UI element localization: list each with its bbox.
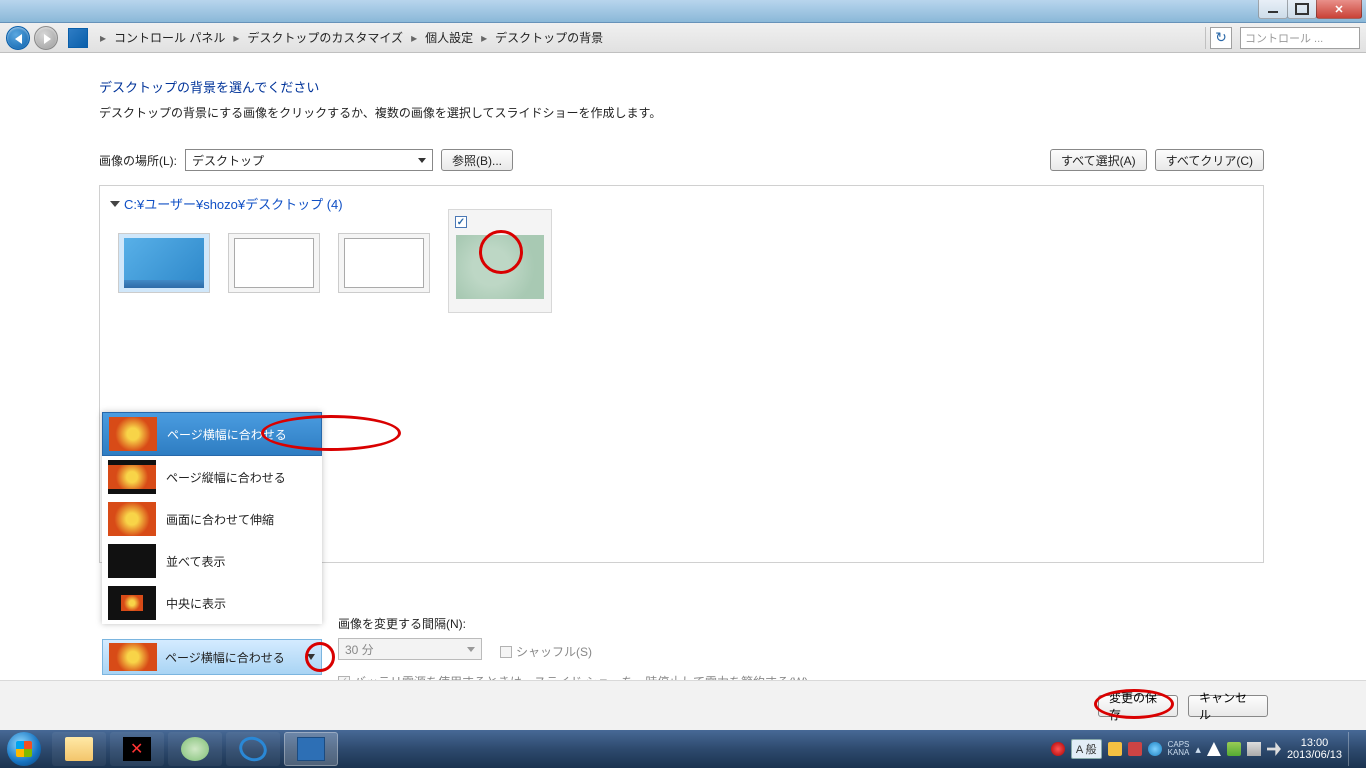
fit-thumbnail-icon [109, 643, 157, 671]
taskbar-messenger[interactable] [168, 732, 222, 766]
fit-option-center[interactable]: 中央に表示 [102, 582, 322, 624]
panel-title: C:¥ユーザー¥shozo¥デスクトップ (4) [124, 194, 343, 213]
fit-option-stretch-label: 画面に合わせて伸縮 [166, 511, 274, 528]
show-desktop-button[interactable] [1348, 732, 1356, 766]
help-icon[interactable] [1148, 742, 1162, 756]
footer-bar: 変更の保存 キャンセル [0, 680, 1366, 730]
system-tray: A 般 CAPSKANA ▴ 13:00 2013/06/13 [1051, 732, 1366, 766]
refresh-button[interactable]: ↻ [1210, 27, 1232, 49]
network-icon[interactable] [1247, 742, 1261, 756]
collapse-icon [110, 201, 120, 207]
fit-option-fill-label: ページ横幅に合わせる [167, 426, 287, 443]
back-button[interactable] [6, 26, 30, 50]
shuffle-label: シャッフル(S) [516, 643, 592, 660]
forward-button[interactable] [34, 26, 58, 50]
messenger-icon [181, 737, 209, 761]
browse-button[interactable]: 参照(B)... [441, 149, 513, 171]
panel-header[interactable]: C:¥ユーザー¥shozo¥デスクトップ (4) [100, 186, 1263, 221]
clear-all-button[interactable]: すべてクリア(C) [1155, 149, 1264, 171]
annotation-circle [305, 642, 335, 672]
battery-icon[interactable] [1227, 742, 1241, 756]
taskbar-control-panel[interactable] [284, 732, 338, 766]
crumb-background[interactable]: デスクトップの背景 [491, 29, 607, 46]
crumb-personalize[interactable]: 個人設定 [421, 29, 477, 46]
tray-icon[interactable] [1128, 742, 1142, 756]
shuffle-checkbox [500, 646, 512, 658]
location-label: 画像の場所(L): [99, 152, 177, 169]
taskbar-app-1[interactable]: ✕ [110, 732, 164, 766]
interval-value: 30 分 [345, 641, 374, 658]
thumbnail-1[interactable] [118, 233, 210, 293]
tray-separator: ▴ [1195, 743, 1201, 756]
control-panel-icon [297, 737, 325, 761]
crumb-customize[interactable]: デスクトップのカスタマイズ [243, 29, 407, 46]
window-frame: ✕ [0, 0, 1366, 23]
app-icon: ✕ [123, 737, 151, 761]
thumbnail-3[interactable] [338, 233, 430, 293]
clock-time: 13:00 [1287, 737, 1342, 749]
thumbnail-2[interactable] [228, 233, 320, 293]
location-value: デスクトップ [192, 152, 264, 169]
select-all-button[interactable]: すべて選択(A) [1050, 149, 1147, 171]
fit-option-fill[interactable]: ページ横幅に合わせる [102, 412, 322, 456]
location-combo[interactable]: デスクトップ [185, 149, 433, 171]
interval-section: 画像を変更する間隔(N): 30 分 [338, 615, 482, 660]
window-maximize-button[interactable] [1287, 0, 1317, 19]
flag-icon[interactable] [1207, 742, 1221, 756]
chevron-down-icon [418, 158, 426, 163]
tray-icon[interactable] [1108, 742, 1122, 756]
tray-icon[interactable] [1051, 742, 1065, 756]
taskbar: ✕ A 般 CAPSKANA ▴ 13:00 2013/06/13 [0, 730, 1366, 768]
page-heading: デスクトップの背景を選んでください [99, 77, 1264, 96]
interval-label: 画像を変更する間隔(N): [338, 615, 482, 632]
fit-combo[interactable]: ページ横幅に合わせる [102, 639, 322, 675]
folder-icon [65, 737, 93, 761]
window-minimize-button[interactable] [1258, 0, 1288, 19]
volume-icon[interactable] [1267, 742, 1281, 756]
save-button[interactable]: 変更の保存 [1098, 695, 1178, 717]
interval-combo: 30 分 [338, 638, 482, 660]
windows-orb-icon [7, 732, 41, 766]
breadcrumb[interactable]: ▸ コントロール パネル ▸ デスクトップのカスタマイズ ▸ 個人設定 ▸ デス… [96, 26, 1201, 50]
ime-indicator[interactable]: A 般 [1071, 739, 1102, 759]
fit-dropdown-list: ページ横幅に合わせる ページ縦幅に合わせる 画面に合わせて伸縮 並べて表示 中央… [102, 412, 322, 624]
thumbnail-4-selected[interactable]: ✓ [448, 209, 552, 313]
taskbar-ie[interactable] [226, 732, 280, 766]
shuffle-checkbox-row: シャッフル(S) [500, 643, 592, 660]
fit-option-center-label: 中央に表示 [166, 595, 226, 612]
fit-option-fit-label: ページ縦幅に合わせる [166, 469, 286, 486]
search-input[interactable]: コントロール ... [1240, 27, 1360, 49]
page-subtitle: デスクトップの背景にする画像をクリックするか、複数の画像を選択してスライドショー… [99, 104, 1264, 121]
annotation-circle [479, 230, 523, 274]
clock-date: 2013/06/13 [1287, 749, 1342, 761]
explorer-navbar: ▸ コントロール パネル ▸ デスクトップのカスタマイズ ▸ 個人設定 ▸ デス… [0, 23, 1366, 53]
fit-option-stretch[interactable]: 画面に合わせて伸縮 [102, 498, 322, 540]
fit-option-fit[interactable]: ページ縦幅に合わせる [102, 456, 322, 498]
window-close-button[interactable]: ✕ [1316, 0, 1362, 19]
chevron-down-icon [467, 647, 475, 652]
taskbar-explorer[interactable] [52, 732, 106, 766]
ie-icon [236, 733, 271, 765]
fit-option-tile[interactable]: 並べて表示 [102, 540, 322, 582]
control-panel-icon [68, 28, 88, 48]
start-button[interactable] [0, 730, 48, 768]
fit-combo-label: ページ横幅に合わせる [165, 649, 299, 666]
caps-kana-indicator: CAPSKANA [1168, 741, 1190, 757]
crumb-control-panel[interactable]: コントロール パネル [110, 29, 229, 46]
cancel-button[interactable]: キャンセル [1188, 695, 1268, 717]
fit-option-tile-label: 並べて表示 [166, 553, 226, 570]
checkbox-checked-icon[interactable]: ✓ [455, 216, 467, 228]
clock[interactable]: 13:00 2013/06/13 [1287, 737, 1342, 761]
